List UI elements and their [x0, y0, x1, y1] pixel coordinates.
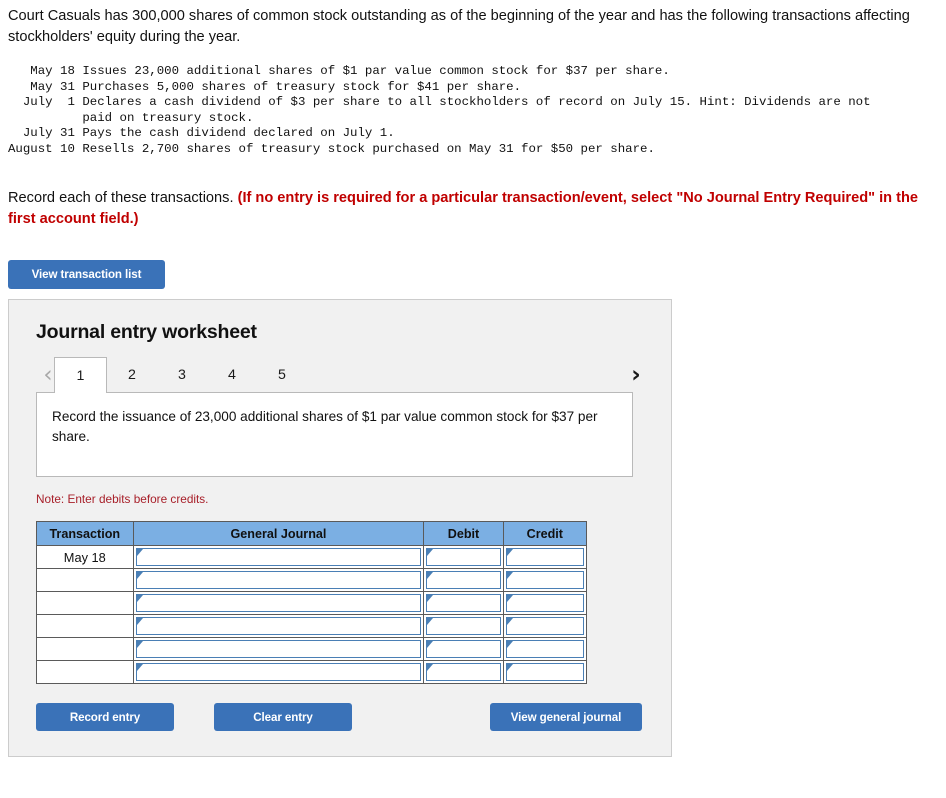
journal-entry-worksheet-panel: Journal entry worksheet ‹ › 12345 Record… — [8, 299, 672, 757]
record-entry-button[interactable]: Record entry — [36, 703, 174, 731]
debit-field[interactable] — [426, 640, 501, 658]
transaction-date-cell — [36, 568, 134, 592]
debits-before-credits-note: Note: Enter debits before credits. — [36, 492, 209, 506]
view-general-journal-button[interactable]: View general journal — [490, 703, 642, 731]
table-row: May 18 — [36, 545, 588, 569]
credit-field-cell — [502, 660, 588, 684]
worksheet-tab-5[interactable]: 5 — [261, 357, 303, 393]
general-journal-field-cell — [132, 637, 425, 661]
debit-field[interactable] — [426, 617, 501, 635]
general-journal-field[interactable] — [135, 663, 422, 681]
credit-field[interactable] — [505, 617, 584, 635]
transaction-line: paid on treasury stock. — [8, 110, 254, 125]
debit-field-cell — [423, 591, 504, 615]
credit-field[interactable] — [505, 571, 584, 589]
column-header-transaction: Transaction — [36, 521, 134, 546]
debit-field[interactable] — [426, 571, 501, 589]
transaction-date-cell — [36, 591, 134, 615]
record-instruction-lead: Record each of these transactions. — [8, 190, 238, 206]
worksheet-tab-4[interactable]: 4 — [211, 357, 253, 393]
credit-field-cell — [502, 591, 588, 615]
transaction-date-cell — [36, 660, 134, 684]
debit-field-cell — [423, 660, 504, 684]
table-row — [36, 660, 588, 684]
worksheet-description-text: Record the issuance of 23,000 additional… — [52, 409, 598, 444]
record-instruction: Record each of these transactions. (If n… — [8, 188, 924, 230]
table-row — [36, 637, 588, 661]
general-journal-field-cell — [132, 568, 425, 592]
transaction-line: August 10 Resells 2,700 shares of treasu… — [8, 141, 655, 156]
worksheet-tab-label: 1 — [76, 368, 85, 384]
worksheet-tab-strip: ‹ › 12345 — [36, 357, 648, 393]
worksheet-title: Journal entry worksheet — [36, 321, 257, 343]
worksheet-tab-label: 2 — [128, 367, 136, 383]
intro-paragraph: Court Casuals has 300,000 shares of comm… — [8, 8, 910, 45]
debit-field[interactable] — [426, 663, 501, 681]
general-journal-field-cell — [132, 614, 425, 638]
debit-field-cell — [423, 614, 504, 638]
view-transaction-list-button[interactable]: View transaction list — [8, 260, 165, 289]
credit-field-cell — [502, 614, 588, 638]
column-header-debit: Debit — [423, 521, 504, 546]
debit-field-cell — [423, 637, 504, 661]
credit-field[interactable] — [505, 548, 584, 566]
worksheet-tab-label: 5 — [278, 367, 286, 383]
worksheet-description-box: Record the issuance of 23,000 additional… — [36, 392, 633, 477]
table-row — [36, 591, 588, 615]
clear-entry-button[interactable]: Clear entry — [214, 703, 352, 731]
general-journal-field-cell — [132, 591, 425, 615]
general-journal-field-cell — [132, 660, 425, 684]
journal-entry-table: Transaction General Journal Debit Credit… — [36, 521, 588, 684]
transaction-line: May 18 Issues 23,000 additional shares o… — [8, 64, 670, 78]
table-header-row: Transaction General Journal Debit Credit — [36, 521, 588, 546]
credit-field[interactable] — [505, 594, 584, 612]
transaction-line: July 1 Declares a cash dividend of $3 pe… — [8, 95, 871, 110]
table-row — [36, 614, 588, 638]
chevron-right-icon[interactable]: › — [624, 357, 648, 393]
general-journal-field-cell — [132, 545, 425, 569]
general-journal-field[interactable] — [135, 594, 422, 612]
transaction-list-text: May 18 Issues 23,000 additional shares o… — [8, 64, 871, 158]
transaction-line: May 31 Purchases 5,000 shares of treasur… — [8, 79, 522, 94]
credit-field-cell — [502, 568, 588, 592]
transaction-line: July 31 Pays the cash dividend declared … — [8, 126, 395, 141]
transaction-date-cell — [36, 637, 134, 661]
debit-field[interactable] — [426, 594, 501, 612]
general-journal-field[interactable] — [135, 548, 422, 566]
column-header-credit: Credit — [502, 521, 588, 546]
debit-field[interactable] — [426, 548, 501, 566]
credit-field-cell — [502, 545, 588, 569]
debit-field-cell — [423, 568, 504, 592]
worksheet-tab-label: 4 — [228, 367, 236, 383]
column-header-general-journal: General Journal — [132, 521, 425, 546]
worksheet-tab-1[interactable]: 1 — [54, 357, 107, 393]
general-journal-field[interactable] — [135, 571, 422, 589]
worksheet-tab-2[interactable]: 2 — [111, 357, 153, 393]
worksheet-tab-3[interactable]: 3 — [161, 357, 203, 393]
credit-field[interactable] — [505, 663, 584, 681]
credit-field-cell — [502, 637, 588, 661]
worksheet-tab-label: 3 — [178, 367, 186, 383]
general-journal-field[interactable] — [135, 617, 422, 635]
debit-field-cell — [423, 545, 504, 569]
general-journal-field[interactable] — [135, 640, 422, 658]
transaction-date-cell: May 18 — [36, 545, 134, 569]
credit-field[interactable] — [505, 640, 584, 658]
table-row — [36, 568, 588, 592]
transaction-date-cell — [36, 614, 134, 638]
